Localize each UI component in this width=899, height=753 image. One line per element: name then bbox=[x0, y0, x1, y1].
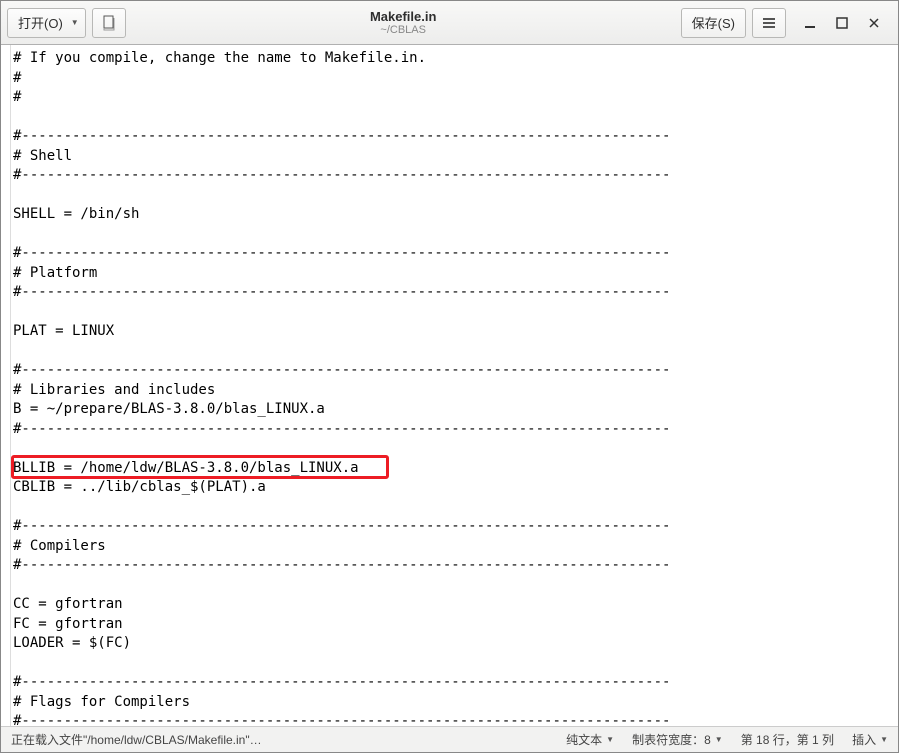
status-cursor-position: 第 18 行，第 1 列 bbox=[741, 731, 834, 748]
chevron-down-icon: ▼ bbox=[606, 735, 614, 744]
editor-line: # Libraries and includes bbox=[13, 381, 898, 401]
editor-line bbox=[13, 108, 898, 128]
editor-line: BLLIB = /home/ldw/BLAS-3.8.0/blas_LINUX.… bbox=[13, 459, 898, 479]
editor-line: # bbox=[13, 88, 898, 108]
gutter bbox=[1, 45, 11, 726]
editor-line bbox=[13, 186, 898, 206]
editor-line bbox=[13, 498, 898, 518]
editor-line bbox=[13, 654, 898, 674]
editor-line: CBLIB = ../lib/cblas_$(PLAT).a bbox=[13, 478, 898, 498]
editor-line: SHELL = /bin/sh bbox=[13, 205, 898, 225]
editor-line bbox=[13, 342, 898, 362]
document-new-icon bbox=[101, 15, 117, 31]
maximize-button[interactable] bbox=[834, 15, 850, 31]
editor-line: #---------------------------------------… bbox=[13, 712, 898, 726]
status-insert-mode[interactable]: 插入 ▼ bbox=[852, 731, 888, 748]
menu-button[interactable] bbox=[752, 8, 786, 38]
open-button-label: 打开(O) bbox=[18, 13, 63, 32]
editor-line: # Flags for Compilers bbox=[13, 693, 898, 713]
editor-line bbox=[13, 576, 898, 596]
editor-line: # bbox=[13, 69, 898, 89]
editor-line: #---------------------------------------… bbox=[13, 517, 898, 537]
editor-line: CC = gfortran bbox=[13, 595, 898, 615]
editor-line: #---------------------------------------… bbox=[13, 361, 898, 381]
editor-line: PLAT = LINUX bbox=[13, 322, 898, 342]
new-tab-button[interactable] bbox=[92, 8, 126, 38]
status-mode[interactable]: 纯文本 ▼ bbox=[566, 731, 614, 748]
chevron-down-icon: ▼ bbox=[715, 735, 723, 744]
editor-line: #---------------------------------------… bbox=[13, 244, 898, 264]
editor-area: # If you compile, change the name to Mak… bbox=[1, 45, 898, 726]
statusbar: 正在载入文件"/home/ldw/CBLAS/Makefile.in"… 纯文本… bbox=[1, 726, 898, 752]
editor-line: # Shell bbox=[13, 147, 898, 167]
minimize-icon bbox=[804, 17, 816, 29]
chevron-down-icon: ▼ bbox=[880, 735, 888, 744]
maximize-icon bbox=[836, 17, 848, 29]
editor-line: #---------------------------------------… bbox=[13, 127, 898, 147]
status-tab-width[interactable]: 制表符宽度：8 ▼ bbox=[632, 731, 723, 748]
editor-line bbox=[13, 439, 898, 459]
window-title: Makefile.in bbox=[370, 9, 436, 24]
hamburger-icon bbox=[762, 16, 776, 30]
editor-line: #---------------------------------------… bbox=[13, 166, 898, 186]
text-editor[interactable]: # If you compile, change the name to Mak… bbox=[11, 45, 898, 726]
editor-line: LOADER = $(FC) bbox=[13, 634, 898, 654]
editor-line: B = ~/prepare/BLAS-3.8.0/blas_LINUX.a bbox=[13, 400, 898, 420]
close-icon bbox=[868, 17, 880, 29]
chevron-down-icon: ▼ bbox=[71, 18, 79, 27]
editor-line: #---------------------------------------… bbox=[13, 673, 898, 693]
editor-line: FC = gfortran bbox=[13, 615, 898, 635]
editor-line bbox=[13, 303, 898, 323]
title-area: Makefile.in ~/CBLAS bbox=[132, 9, 675, 36]
editor-line: #---------------------------------------… bbox=[13, 556, 898, 576]
open-button[interactable]: 打开(O) ▼ bbox=[7, 8, 86, 38]
editor-line: # If you compile, change the name to Mak… bbox=[13, 49, 898, 69]
editor-line: # Platform bbox=[13, 264, 898, 284]
editor-line bbox=[13, 225, 898, 245]
minimize-button[interactable] bbox=[802, 15, 818, 31]
save-button[interactable]: 保存(S) bbox=[681, 8, 746, 38]
editor-line: #---------------------------------------… bbox=[13, 420, 898, 440]
editor-line: #---------------------------------------… bbox=[13, 283, 898, 303]
window-subtitle: ~/CBLAS bbox=[380, 24, 426, 36]
save-button-label: 保存(S) bbox=[692, 13, 735, 32]
window-controls bbox=[792, 15, 892, 31]
close-button[interactable] bbox=[866, 15, 882, 31]
editor-line: # Compilers bbox=[13, 537, 898, 557]
titlebar: 打开(O) ▼ Makefile.in ~/CBLAS 保存(S) bbox=[1, 1, 898, 45]
status-loading: 正在载入文件"/home/ldw/CBLAS/Makefile.in"… bbox=[11, 731, 262, 748]
